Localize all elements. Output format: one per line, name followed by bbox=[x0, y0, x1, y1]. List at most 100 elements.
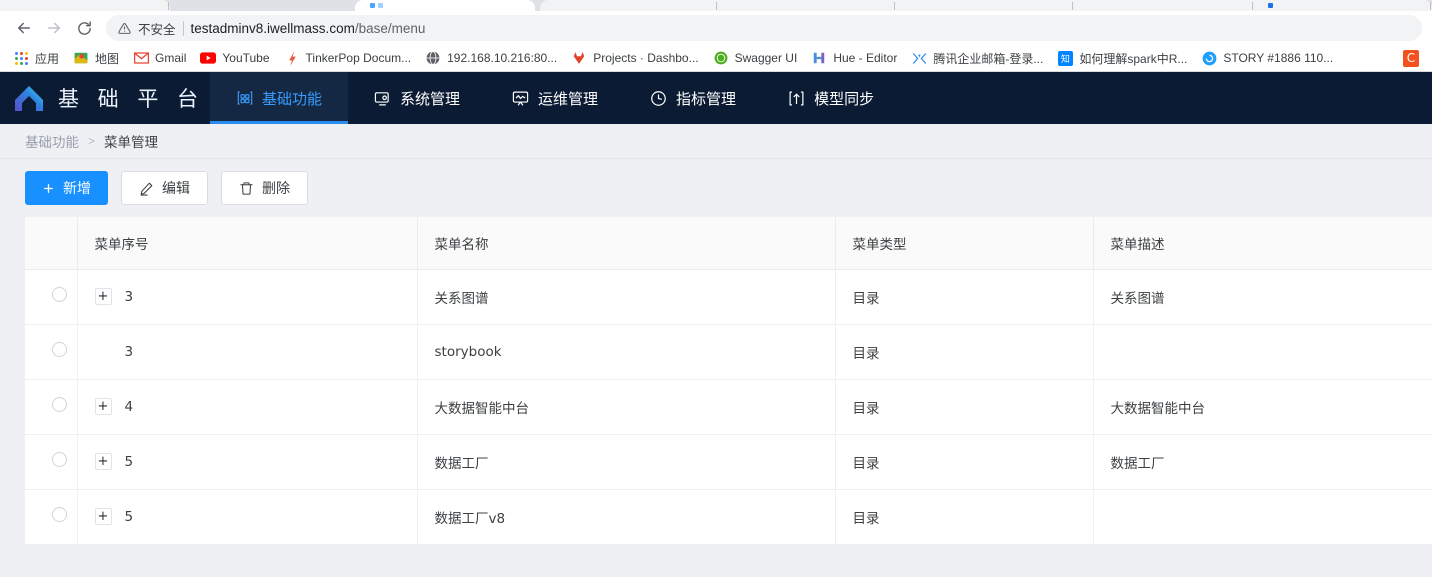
breadcrumb-parent[interactable]: 基础功能 bbox=[25, 131, 79, 151]
row-select-cell[interactable] bbox=[25, 379, 78, 435]
tab-favicon bbox=[378, 3, 383, 8]
nav-item-1[interactable]: 基础功能 bbox=[210, 72, 349, 124]
bookmark-item[interactable]: 应用 bbox=[6, 47, 66, 70]
tinkerpop-icon bbox=[284, 50, 300, 66]
monitor-wave-icon bbox=[512, 90, 529, 107]
bookmark-item[interactable]: 192.168.10.216:80... bbox=[418, 47, 564, 69]
c-icon: C bbox=[1403, 49, 1419, 67]
row-radio[interactable] bbox=[51, 397, 67, 412]
delete-button-label: 删除 bbox=[262, 181, 290, 197]
tab-favicon bbox=[1268, 3, 1273, 8]
bookmark-item[interactable]: STORY #1886 110... bbox=[1194, 47, 1340, 69]
reload-button[interactable] bbox=[70, 14, 98, 42]
row-select-cell[interactable] bbox=[25, 269, 78, 325]
nav-item-5[interactable]: 模型同步 bbox=[762, 72, 900, 124]
bookmark-item[interactable]: 腾讯企业邮箱-登录... bbox=[904, 47, 1050, 70]
nav-item-4[interactable]: 指标管理 bbox=[624, 72, 762, 124]
cell-name: 数据工厂 bbox=[417, 434, 836, 490]
story-icon bbox=[1201, 50, 1217, 66]
expand-row-icon[interactable]: + bbox=[94, 508, 112, 525]
bookmark-item[interactable]: C bbox=[1396, 47, 1426, 69]
bookmark-item[interactable]: 地图 bbox=[66, 47, 126, 70]
bookmark-label: Hue - Editor bbox=[833, 51, 898, 65]
bookmark-item[interactable]: YouTube bbox=[193, 47, 276, 69]
browser-tab[interactable] bbox=[0, 0, 170, 11]
table-row[interactable]: +3storybook目录 bbox=[25, 324, 1432, 380]
cell-seq: +4 bbox=[77, 379, 418, 435]
tab-separator bbox=[168, 2, 169, 10]
back-button[interactable] bbox=[10, 14, 38, 42]
apps-grid-icon bbox=[13, 50, 29, 66]
bookmark-label: TinkerPop Docum... bbox=[305, 51, 412, 65]
browser-tab-strip[interactable] bbox=[0, 0, 1432, 11]
menu-table: 菜单序号菜单名称菜单类型菜单描述 +3关系图谱目录关系图谱+3storybook… bbox=[25, 217, 1432, 545]
cell-type: 目录 bbox=[835, 269, 1094, 325]
bookmark-item[interactable]: Swagger UI bbox=[706, 47, 805, 69]
brand[interactable]: 基 础 平 台 bbox=[0, 72, 210, 124]
cell-type: 目录 bbox=[835, 489, 1094, 545]
delete-button[interactable]: 删除 bbox=[221, 171, 308, 205]
table-header-row: 菜单序号 菜单名称 菜单类型 菜单描述 bbox=[25, 217, 1432, 270]
tab-favicon bbox=[370, 3, 375, 8]
cell-seq-value: 3 bbox=[124, 288, 134, 305]
cell-desc: 大数据智能中台 bbox=[1093, 379, 1432, 435]
nav-item-2[interactable]: 系统管理 bbox=[348, 72, 486, 124]
bookmark-label: 应用 bbox=[35, 51, 60, 66]
nav-item-label: 系统管理 bbox=[400, 89, 461, 108]
bookmark-item[interactable]: 知如何理解spark中R... bbox=[1050, 47, 1194, 70]
row-radio[interactable] bbox=[51, 287, 67, 302]
bookmark-item[interactable]: TinkerPop Docum... bbox=[277, 47, 419, 69]
address-text[interactable]: testadminv8.iwellmass.com/base/menu bbox=[191, 21, 426, 36]
table-row[interactable]: +3 关系图谱 目录 关系图谱 bbox=[25, 269, 1432, 325]
cell-desc: 数据工厂 bbox=[1093, 434, 1432, 490]
table-row[interactable]: +5 数据工厂v8 目录 bbox=[25, 489, 1432, 545]
cell-desc bbox=[1093, 489, 1432, 545]
cell-type: 目录 bbox=[835, 324, 1094, 380]
brand-title: 基 础 平 台 bbox=[58, 87, 205, 111]
table-row[interactable]: +4 大数据智能中台 目录 大数据智能中台 bbox=[25, 379, 1432, 435]
add-button[interactable]: 新增 bbox=[25, 171, 108, 205]
cell-seq-value: 5 bbox=[124, 508, 134, 525]
cell-seq: +5 bbox=[77, 489, 418, 545]
tab-separator bbox=[1252, 2, 1253, 10]
add-button-label: 新增 bbox=[63, 181, 91, 197]
row-radio[interactable] bbox=[51, 452, 67, 467]
bookmark-label: Gmail bbox=[155, 51, 187, 65]
bookmark-label: YouTube bbox=[222, 51, 270, 65]
cell-seq: +3 bbox=[77, 269, 418, 325]
nav-item-label: 指标管理 bbox=[676, 89, 737, 108]
zhihu-icon: 知 bbox=[1057, 50, 1073, 66]
cell-seq-value: 4 bbox=[124, 398, 134, 415]
browser-url-bar: 不安全 testadminv8.iwellmass.com/base/menu bbox=[0, 11, 1432, 45]
cell-name: 数据工厂v8 bbox=[417, 489, 836, 545]
bookmark-item[interactable]: Gmail bbox=[126, 47, 193, 69]
row-radio[interactable] bbox=[51, 342, 67, 357]
expand-row-icon[interactable]: + bbox=[94, 288, 112, 305]
forward-button[interactable] bbox=[40, 14, 68, 42]
bookmark-label: 192.168.10.216:80... bbox=[447, 51, 558, 65]
table-row[interactable]: +5 数据工厂 目录 数据工厂 bbox=[25, 434, 1432, 490]
expand-row-icon[interactable]: + bbox=[94, 453, 112, 470]
browser-tab[interactable] bbox=[540, 0, 1432, 11]
bookmark-item[interactable]: Hue - Editor bbox=[804, 47, 904, 69]
breadcrumb-current: 菜单管理 bbox=[104, 135, 159, 151]
nav-item-label: 模型同步 bbox=[814, 89, 875, 108]
expand-row-icon[interactable]: + bbox=[94, 398, 112, 415]
bookmark-item[interactable]: Projects · Dashbo... bbox=[564, 47, 705, 69]
column-header-3: 菜单类型 bbox=[835, 217, 1094, 270]
tencent-mail-icon bbox=[911, 50, 927, 66]
row-select-cell[interactable] bbox=[25, 324, 78, 380]
omnibox[interactable]: 不安全 testadminv8.iwellmass.com/base/menu bbox=[106, 15, 1422, 41]
breadcrumb-separator: > bbox=[88, 134, 96, 148]
row-radio[interactable] bbox=[51, 507, 67, 522]
bookmark-label: 腾讯企业邮箱-登录... bbox=[933, 51, 1044, 66]
column-header-1: 菜单序号 bbox=[77, 217, 418, 270]
upload-box-icon bbox=[788, 90, 805, 107]
tab-separator bbox=[716, 2, 717, 10]
nav-item-label: 运维管理 bbox=[538, 89, 599, 108]
edit-button-label: 编辑 bbox=[162, 181, 190, 197]
row-select-cell[interactable] bbox=[25, 434, 78, 490]
edit-button[interactable]: 编辑 bbox=[121, 171, 208, 205]
nav-item-3[interactable]: 运维管理 bbox=[486, 72, 624, 124]
row-select-cell[interactable] bbox=[25, 489, 78, 545]
